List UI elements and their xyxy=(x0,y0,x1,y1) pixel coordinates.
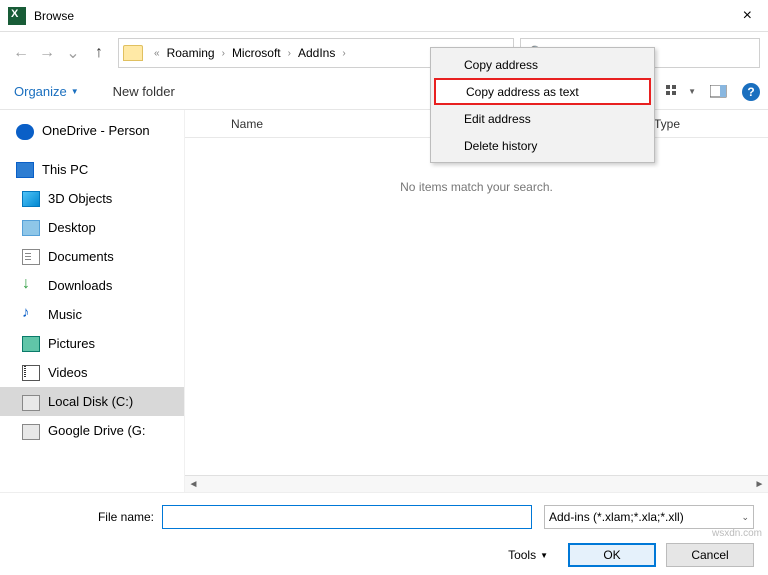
chevron-right-icon[interactable]: › xyxy=(219,48,228,59)
tree-label: Downloads xyxy=(48,278,112,293)
nav-tree[interactable]: OneDrive - Person This PC 3D Objects Des… xyxy=(0,110,185,492)
close-button[interactable]: × xyxy=(735,7,760,25)
menu-delete-history[interactable]: Delete history xyxy=(434,132,651,159)
chevron-right-icon[interactable]: › xyxy=(339,48,348,59)
chevron-down-icon: ▼ xyxy=(540,551,548,560)
music-icon: ♪ xyxy=(22,307,40,323)
tools-button[interactable]: Tools ▼ xyxy=(508,548,548,562)
organize-label: Organize xyxy=(14,84,67,99)
tree-desktop[interactable]: Desktop xyxy=(0,213,184,242)
back-button[interactable]: ← xyxy=(8,40,34,66)
tree-pictures[interactable]: Pictures xyxy=(0,329,184,358)
chevron-down-icon: ▼ xyxy=(71,87,79,96)
video-icon xyxy=(22,365,40,381)
organize-button[interactable]: Organize ▼ xyxy=(14,84,79,99)
new-folder-button[interactable]: New folder xyxy=(113,84,175,99)
breadcrumb-addins[interactable]: AddIns xyxy=(294,46,339,60)
scroll-left-icon[interactable]: ◄ xyxy=(185,479,202,490)
scroll-right-icon[interactable]: ► xyxy=(751,479,768,490)
menu-copy-address-text[interactable]: Copy address as text xyxy=(434,78,651,105)
tree-label: Pictures xyxy=(48,336,95,351)
context-menu: Copy address Copy address as text Edit a… xyxy=(430,47,655,163)
tree-videos[interactable]: Videos xyxy=(0,358,184,387)
file-type-filter[interactable]: Add-ins (*.xlam;*.xla;*.xll) ⌄ xyxy=(544,505,754,529)
footer: File name: Add-ins (*.xlam;*.xla;*.xll) … xyxy=(0,492,768,575)
filter-label: Add-ins (*.xlam;*.xla;*.xll) xyxy=(549,510,684,524)
cancel-button[interactable]: Cancel xyxy=(666,543,754,567)
disk-icon xyxy=(22,424,40,440)
title-bar: Browse × xyxy=(0,0,768,32)
tree-onedrive[interactable]: OneDrive - Person xyxy=(0,116,184,145)
forward-button: → xyxy=(34,40,60,66)
breadcrumb-roaming[interactable]: Roaming xyxy=(163,46,219,60)
tree-google-drive[interactable]: Google Drive (G: xyxy=(0,416,184,445)
horizontal-scrollbar[interactable]: ◄ ► xyxy=(185,475,768,492)
tree-label: 3D Objects xyxy=(48,191,112,206)
chevron-down-icon[interactable]: ▼ xyxy=(688,87,696,96)
view-icons-button[interactable] xyxy=(658,80,692,104)
pictures-icon xyxy=(22,336,40,352)
tree-label: Local Disk (C:) xyxy=(48,394,133,409)
recent-locations-button[interactable]: ⌄ xyxy=(60,40,86,66)
ok-button[interactable]: OK xyxy=(568,543,656,567)
download-icon: ↓ xyxy=(22,278,40,294)
chevron-left-icon[interactable]: « xyxy=(151,48,163,59)
watermark: wsxdn.com xyxy=(712,528,762,539)
tree-local-disk[interactable]: Local Disk (C:) xyxy=(0,387,184,416)
filename-label: File name: xyxy=(74,510,154,524)
tree-label: OneDrive - Person xyxy=(42,123,150,138)
up-button[interactable]: ↑ xyxy=(86,40,112,66)
tree-label: This PC xyxy=(42,162,88,177)
help-button[interactable]: ? xyxy=(742,83,760,101)
document-icon xyxy=(22,249,40,265)
disk-icon xyxy=(22,395,40,411)
column-type[interactable]: Type xyxy=(648,117,768,131)
filename-input[interactable] xyxy=(162,505,532,529)
menu-copy-address[interactable]: Copy address xyxy=(434,51,651,78)
excel-icon xyxy=(8,7,26,25)
tree-downloads[interactable]: ↓ Downloads xyxy=(0,271,184,300)
tree-documents[interactable]: Documents xyxy=(0,242,184,271)
tools-label: Tools xyxy=(508,548,536,562)
pc-icon xyxy=(16,162,34,178)
window-title: Browse xyxy=(34,9,74,23)
breadcrumb-microsoft[interactable]: Microsoft xyxy=(228,46,285,60)
preview-pane-button[interactable] xyxy=(702,80,736,104)
tree-label: Music xyxy=(48,307,82,322)
folder-icon xyxy=(123,45,143,61)
tree-music[interactable]: ♪ Music xyxy=(0,300,184,329)
chevron-down-icon: ⌄ xyxy=(741,512,749,523)
cloud-icon xyxy=(16,124,34,140)
cube-icon xyxy=(22,191,40,207)
tree-label: Videos xyxy=(48,365,88,380)
tree-label: Documents xyxy=(48,249,114,264)
empty-message: No items match your search. xyxy=(185,180,768,194)
tree-label: Google Drive (G: xyxy=(48,423,146,438)
tree-3d-objects[interactable]: 3D Objects xyxy=(0,184,184,213)
tree-thispc[interactable]: This PC xyxy=(0,155,184,184)
chevron-right-icon[interactable]: › xyxy=(285,48,294,59)
menu-edit-address[interactable]: Edit address xyxy=(434,105,651,132)
tree-label: Desktop xyxy=(48,220,96,235)
desktop-icon xyxy=(22,220,40,236)
file-list[interactable]: Name Type No items match your search. ◄ … xyxy=(185,110,768,492)
